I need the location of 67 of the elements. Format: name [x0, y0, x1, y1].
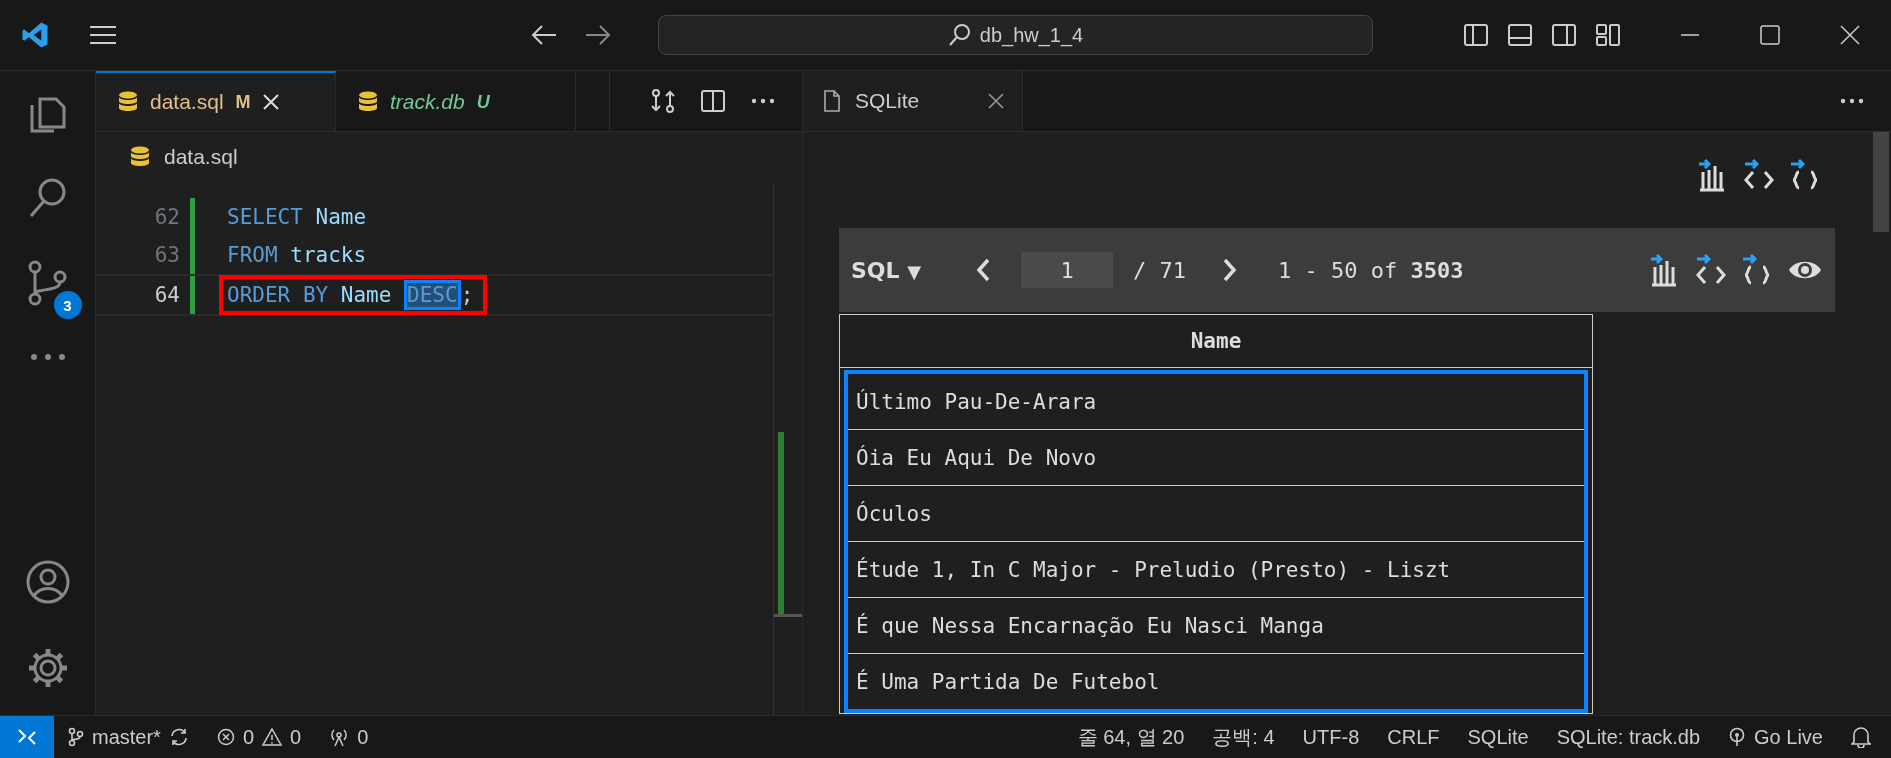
back-arrow-icon[interactable]	[530, 23, 558, 47]
table-cell-text: É Uma Partida De Futebol	[855, 668, 1161, 696]
scrollbar-thumb[interactable]	[1873, 132, 1889, 232]
code-line: FROM tracks	[226, 242, 368, 269]
panel-tab[interactable]: SQLite	[803, 71, 1023, 131]
notification-badge: 3	[53, 291, 82, 319]
compare-changes-icon[interactable]	[650, 88, 676, 114]
line-number: 63	[153, 243, 180, 267]
more-icon[interactable]	[1839, 97, 1865, 105]
previous-page-icon[interactable]	[975, 258, 992, 282]
maximize-icon[interactable]	[1759, 24, 1781, 46]
table-cell: É que Nessa Encarnação Eu Nasci Manga	[848, 598, 1584, 654]
scrollbar-thumb[interactable]	[774, 614, 802, 617]
branch-icon	[68, 727, 84, 747]
page-input[interactable]: 1	[1021, 252, 1114, 288]
close-icon[interactable]	[988, 93, 1004, 109]
problems-button[interactable]: 0 0	[202, 725, 316, 749]
error-icon	[216, 728, 235, 746]
line-number: 64	[153, 283, 180, 307]
more-icon[interactable]	[750, 97, 776, 105]
broadcast-icon	[1728, 727, 1747, 747]
account-icon[interactable]	[24, 559, 71, 605]
menu-icon[interactable]	[88, 24, 118, 46]
status-item[interactable]: SQLite	[1453, 725, 1543, 749]
table-cell: Óia Eu Aqui De Novo	[848, 430, 1584, 486]
remote-button[interactable]	[0, 716, 54, 758]
split-editor-icon[interactable]	[700, 89, 726, 113]
database-icon	[118, 91, 138, 113]
layout-grid-icon[interactable]	[1595, 23, 1621, 47]
table-cell: Étude 1, In C Major - Preludio (Presto) - Liszt	[848, 542, 1584, 598]
next-page-icon[interactable]	[1222, 258, 1239, 282]
sync-icon	[168, 727, 189, 747]
status-item[interactable]: 공백: 4	[1198, 723, 1289, 751]
table-cell: Óculos	[848, 486, 1584, 542]
search-icon	[947, 23, 972, 47]
app-logo-icon	[20, 20, 50, 50]
ports-button[interactable]: 0	[315, 725, 383, 749]
secondary-sidebar-icon[interactable]	[1551, 23, 1577, 47]
sidebar-layout-icon[interactable]	[1463, 23, 1489, 47]
column-header: Name	[840, 315, 1592, 368]
status-item[interactable]: CRLF	[1373, 725, 1454, 749]
broadcast-icon	[329, 727, 350, 747]
breadcrumb-item[interactable]: data.sql	[164, 145, 238, 169]
database-icon	[130, 146, 150, 168]
line-number: 62	[153, 205, 180, 229]
page-total: / 71	[1133, 257, 1187, 283]
panel-layout-icon[interactable]	[1507, 23, 1533, 47]
notifications-icon[interactable]	[1851, 726, 1871, 748]
branch-button[interactable]: master*	[54, 725, 203, 749]
close-icon[interactable]	[1839, 24, 1861, 46]
forward-arrow-icon[interactable]	[584, 23, 612, 47]
row-range: 1 - 50 of 3503	[1278, 257, 1464, 283]
status-item[interactable]: 줄 64, 열 20	[1063, 723, 1199, 751]
remote-icon	[17, 728, 37, 746]
go-live-button[interactable]: Go Live	[1714, 725, 1837, 749]
table-cell: Último Pau-De-Arara	[848, 374, 1584, 430]
status-item[interactable]: UTF-8	[1288, 725, 1374, 749]
warning-icon	[262, 728, 283, 746]
export-code-icon[interactable]	[1743, 158, 1775, 192]
file-icon	[823, 90, 841, 112]
mode-dropdown[interactable]: SQL ▼	[851, 257, 922, 283]
editor-tab[interactable]: data.sql M	[96, 71, 336, 131]
database-icon	[358, 91, 378, 113]
export-code-icon[interactable]	[1695, 253, 1727, 287]
command-search-field[interactable]: db_hw_1_4	[658, 15, 1373, 55]
code-line: SELECT Name	[226, 204, 368, 231]
status-item[interactable]: SQLite: track.db	[1542, 725, 1715, 749]
